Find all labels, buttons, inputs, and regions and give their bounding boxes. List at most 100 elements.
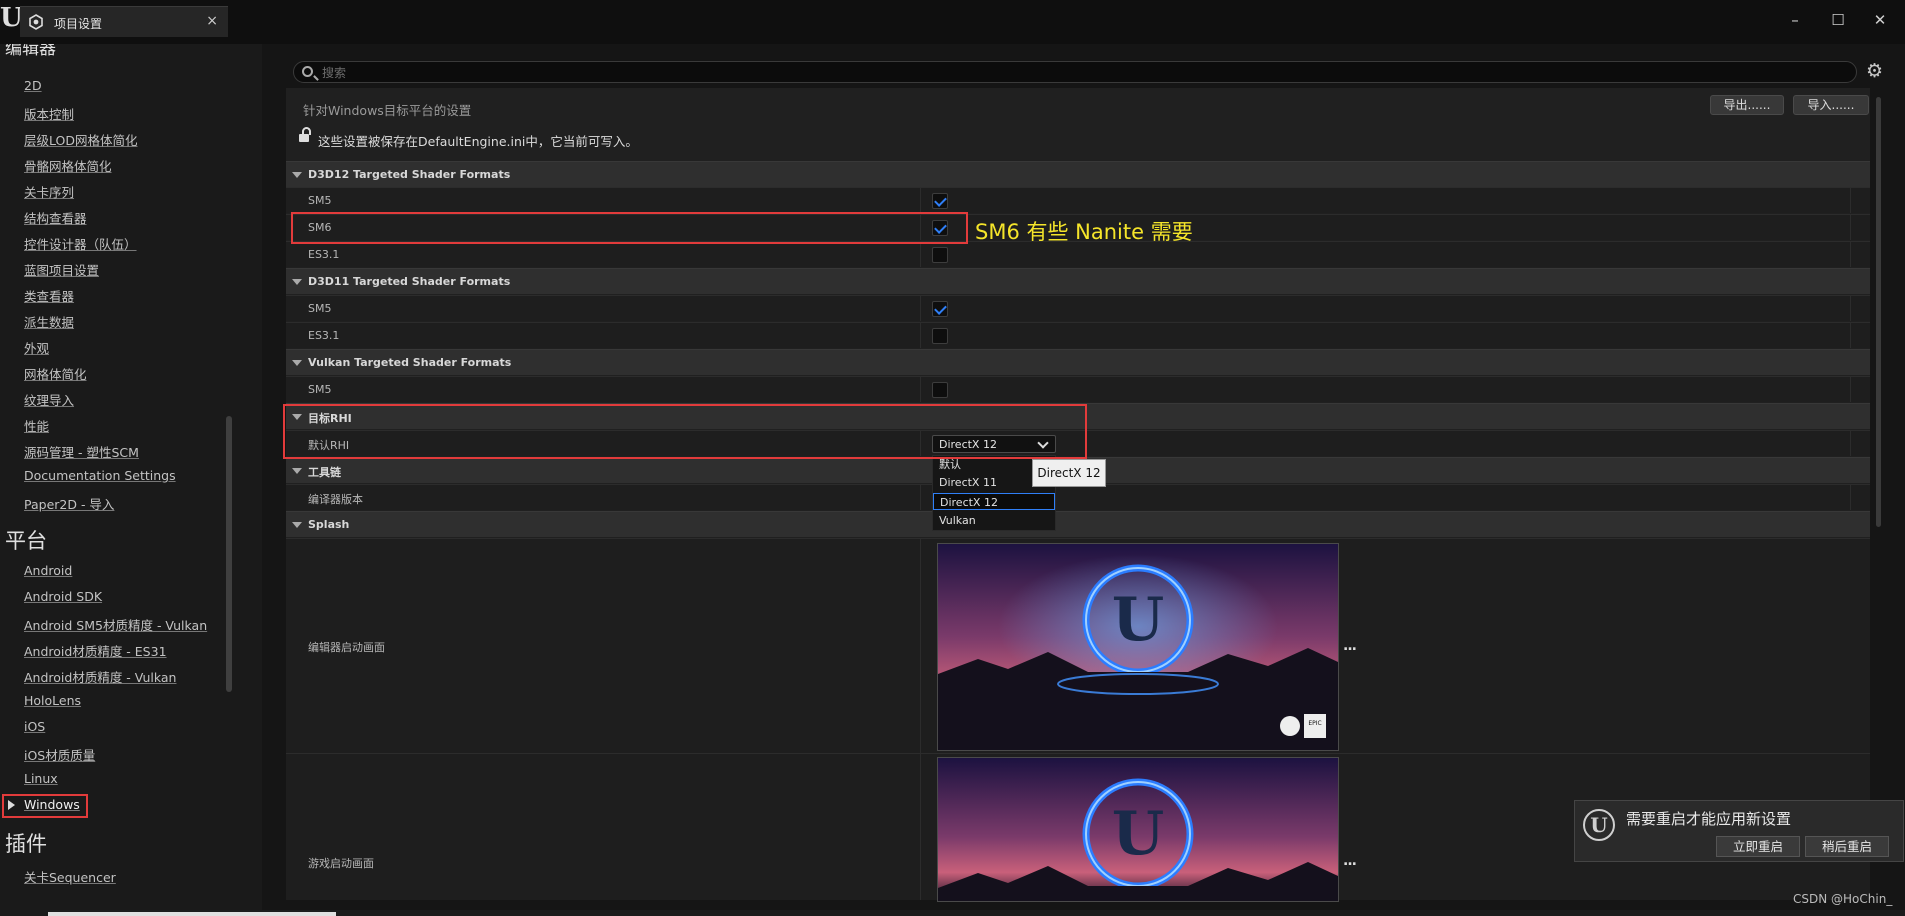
- sidebar-heading-platforms: 平台: [5, 529, 47, 553]
- sidebar-item-skeletal-simplification[interactable]: 骨骼网格体简化: [24, 156, 112, 175]
- property-row-d3d12-sm5: SM5: [286, 187, 1870, 213]
- rhi-option-dx12[interactable]: DirectX 12: [933, 493, 1055, 510]
- sidebar-item-texture-import[interactable]: 纹理导入: [24, 390, 74, 409]
- column-divider: [920, 188, 921, 213]
- sidebar-item-android-sm5-vulkan[interactable]: Android SM5材质精度 - Vulkan: [24, 615, 207, 634]
- collapse-arrow-icon[interactable]: [292, 279, 302, 285]
- panel-scrollbar[interactable]: [1876, 97, 1881, 527]
- svg-text:U: U: [1112, 799, 1164, 869]
- d3d12-sm5-checkbox[interactable]: [932, 193, 948, 209]
- sidebar-item-appearance[interactable]: 外观: [24, 338, 49, 357]
- sidebar-item-level-sequencer[interactable]: 关卡Sequencer: [24, 867, 116, 886]
- restart-now-button[interactable]: 立即重启: [1716, 836, 1800, 857]
- splash-artwork: U EPIC: [938, 544, 1338, 750]
- config-notice: 这些设置被保存在DefaultEngine.ini中，它当前可写入。: [318, 134, 638, 149]
- category-d3d12[interactable]: D3D12 Targeted Shader Formats: [286, 161, 1870, 187]
- sidebar-item-android-vulkan[interactable]: Android材质精度 - Vulkan: [24, 667, 176, 686]
- property-label: 编辑器启动画面: [308, 641, 385, 654]
- search-icon: [302, 66, 313, 77]
- sidebar-item-struct-viewer[interactable]: 结构查看器: [24, 208, 87, 227]
- sidebar-item-ios-material-quality[interactable]: iOS材质质量: [24, 745, 95, 764]
- sidebar-item-android-es31[interactable]: Android材质精度 - ES31: [24, 641, 167, 660]
- collapse-arrow-icon[interactable]: [292, 360, 302, 366]
- splash-artwork: U: [938, 758, 1338, 901]
- property-label: SM5: [308, 302, 332, 315]
- category-vulkan[interactable]: Vulkan Targeted Shader Formats: [286, 349, 1870, 375]
- column-divider: [1850, 485, 1851, 510]
- tab-project-settings[interactable]: 项目设置 ×: [20, 6, 228, 37]
- d3d11-es31-checkbox[interactable]: [932, 328, 948, 344]
- d3d11-sm5-checkbox[interactable]: [932, 301, 948, 317]
- annotation-text: SM6 有些 Nanite 需要: [975, 220, 1193, 244]
- export-button[interactable]: 导出......: [1710, 95, 1784, 115]
- sidebar-item-source-control-plastic[interactable]: 源码管理 - 塑性SCM: [24, 442, 139, 461]
- bottom-bar-indicator: [48, 912, 336, 916]
- property-row-compiler-version: 编译器版本: [286, 484, 1870, 510]
- search-box[interactable]: [293, 61, 1857, 83]
- sm6-highlight-box: [291, 212, 968, 244]
- rhi-option-vulkan[interactable]: Vulkan: [933, 512, 1055, 529]
- gear-icon[interactable]: ⚙: [1866, 61, 1883, 81]
- sidebar-item-ios[interactable]: iOS: [24, 719, 45, 734]
- sidebar-heading-plugins: 插件: [5, 832, 47, 856]
- collapse-arrow-icon[interactable]: [292, 172, 302, 178]
- collapse-arrow-icon[interactable]: [292, 522, 302, 528]
- search-input[interactable]: [320, 64, 1824, 82]
- sidebar-item-version-control[interactable]: 版本控制: [24, 104, 74, 123]
- sidebar-item-hololens[interactable]: HoloLens: [24, 693, 81, 708]
- maximize-button[interactable]: ☐: [1823, 8, 1853, 32]
- property-label: SM5: [308, 383, 332, 396]
- sidebar-item-blueprint-settings[interactable]: 蓝图项目设置: [24, 260, 99, 279]
- column-divider: [920, 242, 921, 267]
- sidebar-item-mesh-simplification[interactable]: 网格体简化: [24, 364, 87, 383]
- collapse-arrow-icon[interactable]: [292, 468, 302, 474]
- property-row-vulkan-sm5: SM5: [286, 376, 1870, 402]
- unlock-icon: [299, 127, 311, 142]
- column-divider: [1850, 242, 1851, 267]
- sidebar-item-paper2d-import[interactable]: Paper2D - 导入: [24, 494, 114, 513]
- title-bar: U 项目设置 × – ☐ ✕: [0, 0, 1905, 44]
- sidebar-item-performance[interactable]: 性能: [24, 416, 49, 435]
- sidebar-item-android[interactable]: Android: [24, 563, 72, 578]
- column-divider: [1850, 377, 1851, 402]
- sidebar-item-documentation-settings[interactable]: Documentation Settings: [24, 468, 176, 483]
- sidebar-item-2d[interactable]: 2D: [24, 78, 42, 93]
- rhi-tooltip: DirectX 12: [1032, 459, 1106, 487]
- restart-later-button[interactable]: 稍后重启: [1805, 836, 1889, 857]
- minimize-button[interactable]: –: [1780, 8, 1810, 32]
- d3d12-es31-checkbox[interactable]: [932, 247, 948, 263]
- category-d3d11[interactable]: D3D11 Targeted Shader Formats: [286, 268, 1870, 294]
- column-divider: [920, 296, 921, 321]
- editor-splash-browse-button[interactable]: ...: [1343, 638, 1357, 654]
- category-title: D3D12 Targeted Shader Formats: [308, 168, 511, 181]
- category-splash[interactable]: Splash: [286, 511, 1870, 537]
- sidebar-item-widget-designer[interactable]: 控件设计器（队伍）: [24, 234, 137, 253]
- property-label: SM5: [308, 194, 332, 207]
- sidebar-item-level-sequence[interactable]: 关卡序列: [24, 182, 74, 201]
- column-divider: [1850, 323, 1851, 348]
- category-title: 工具链: [308, 466, 341, 479]
- game-splash-browse-button[interactable]: ...: [1343, 853, 1357, 869]
- notification-message: 需要重启才能应用新设置: [1626, 810, 1792, 828]
- windows-highlight-box: [2, 794, 88, 818]
- sidebar-item-class-viewer[interactable]: 类查看器: [24, 286, 74, 305]
- sidebar-item-hlod-simplification[interactable]: 层级LOD网格体简化: [24, 130, 137, 149]
- game-splash-image[interactable]: U: [937, 757, 1339, 902]
- property-label: 游戏启动画面: [308, 857, 374, 870]
- unreal-logo-icon: U: [1583, 809, 1615, 841]
- property-label: ES3.1: [308, 248, 340, 261]
- column-divider: [920, 539, 921, 753]
- column-divider: [1850, 188, 1851, 213]
- property-label: ES3.1: [308, 329, 340, 342]
- vulkan-sm5-checkbox[interactable]: [932, 382, 948, 398]
- editor-splash-image[interactable]: U EPIC: [937, 543, 1339, 751]
- sidebar-item-linux[interactable]: Linux: [24, 771, 58, 786]
- sidebar-item-derived-data[interactable]: 派生数据: [24, 312, 74, 331]
- import-button[interactable]: 导入......: [1793, 95, 1869, 115]
- tab-close-icon[interactable]: ×: [206, 13, 218, 29]
- window-close-button[interactable]: ✕: [1865, 8, 1895, 32]
- sidebar-scrollbar[interactable]: [226, 416, 232, 692]
- column-divider: [920, 323, 921, 348]
- epic-logo-text: EPIC: [1308, 720, 1321, 727]
- sidebar-item-android-sdk[interactable]: Android SDK: [24, 589, 102, 604]
